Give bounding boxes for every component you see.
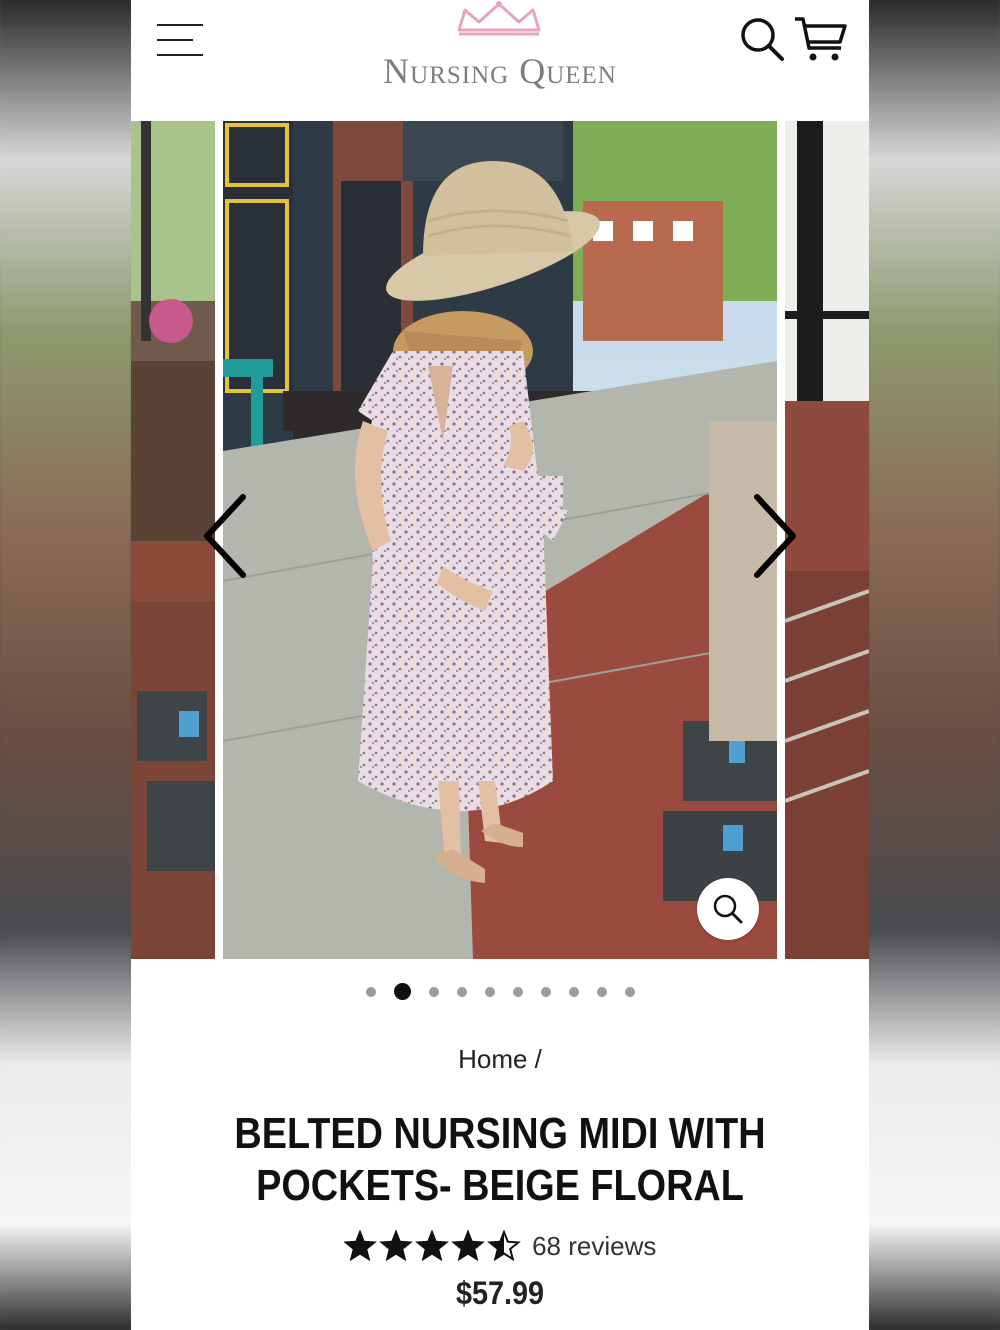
carousel-pagination (131, 983, 869, 1007)
hamburger-icon (157, 24, 203, 26)
site-header: Nursing Queen (131, 0, 869, 121)
reviews-link[interactable]: 68 reviews (532, 1231, 656, 1262)
product-image-carousel[interactable] (131, 121, 869, 959)
star-icon (343, 1230, 377, 1262)
carousel-dot[interactable] (512, 986, 523, 997)
brand-logo[interactable]: Nursing Queen (331, 0, 669, 110)
chevron-left-icon (204, 494, 246, 578)
product-price: $57.99 (455, 1275, 545, 1311)
hamburger-icon-line (157, 39, 193, 41)
carousel-dot[interactable] (428, 986, 439, 997)
search-button[interactable] (739, 16, 785, 62)
carousel-dot[interactable] (624, 986, 635, 997)
chevron-right-icon (754, 494, 796, 578)
zoom-button[interactable] (697, 878, 759, 940)
menu-button[interactable] (157, 24, 205, 58)
star-icon (378, 1230, 413, 1262)
carousel-dot[interactable] (540, 986, 551, 997)
star-icon (414, 1230, 449, 1262)
rating-stars (343, 1230, 521, 1262)
product-rating[interactable]: 68 reviews (131, 1230, 869, 1270)
product-photo-main (223, 121, 777, 959)
crown-icon (457, 1, 541, 36)
cart-button[interactable] (793, 16, 849, 64)
carousel-dot[interactable] (568, 986, 579, 997)
background-blur-left (0, 0, 131, 1330)
product-page: Nursing Queen Home / BELTED NURSING MIDI… (131, 0, 869, 1330)
carousel-dot[interactable] (393, 983, 411, 1001)
breadcrumb-separator: / (534, 1044, 542, 1074)
star-icon (486, 1230, 521, 1262)
brand-name: Nursing Queen (383, 51, 617, 91)
star-icon (450, 1230, 485, 1262)
zoom-icon (713, 894, 743, 924)
search-icon (741, 18, 784, 61)
carousel-dot[interactable] (596, 986, 607, 997)
carousel-dot[interactable] (484, 986, 495, 997)
carousel-slide-active[interactable] (223, 121, 777, 959)
carousel-dot[interactable] (365, 986, 376, 997)
breadcrumb: Home / (131, 1044, 869, 1075)
product-title: BELTED NURSING MIDI WITH POCKETS- BEIGE … (234, 1109, 766, 1210)
breadcrumb-home-link[interactable]: Home (458, 1044, 527, 1074)
background-blur-right (869, 0, 1000, 1330)
cart-icon (795, 17, 847, 61)
carousel-dot[interactable] (456, 986, 467, 997)
carousel-prev-button[interactable] (197, 491, 257, 581)
hamburger-icon-line (157, 54, 203, 56)
carousel-next-button[interactable] (743, 491, 803, 581)
